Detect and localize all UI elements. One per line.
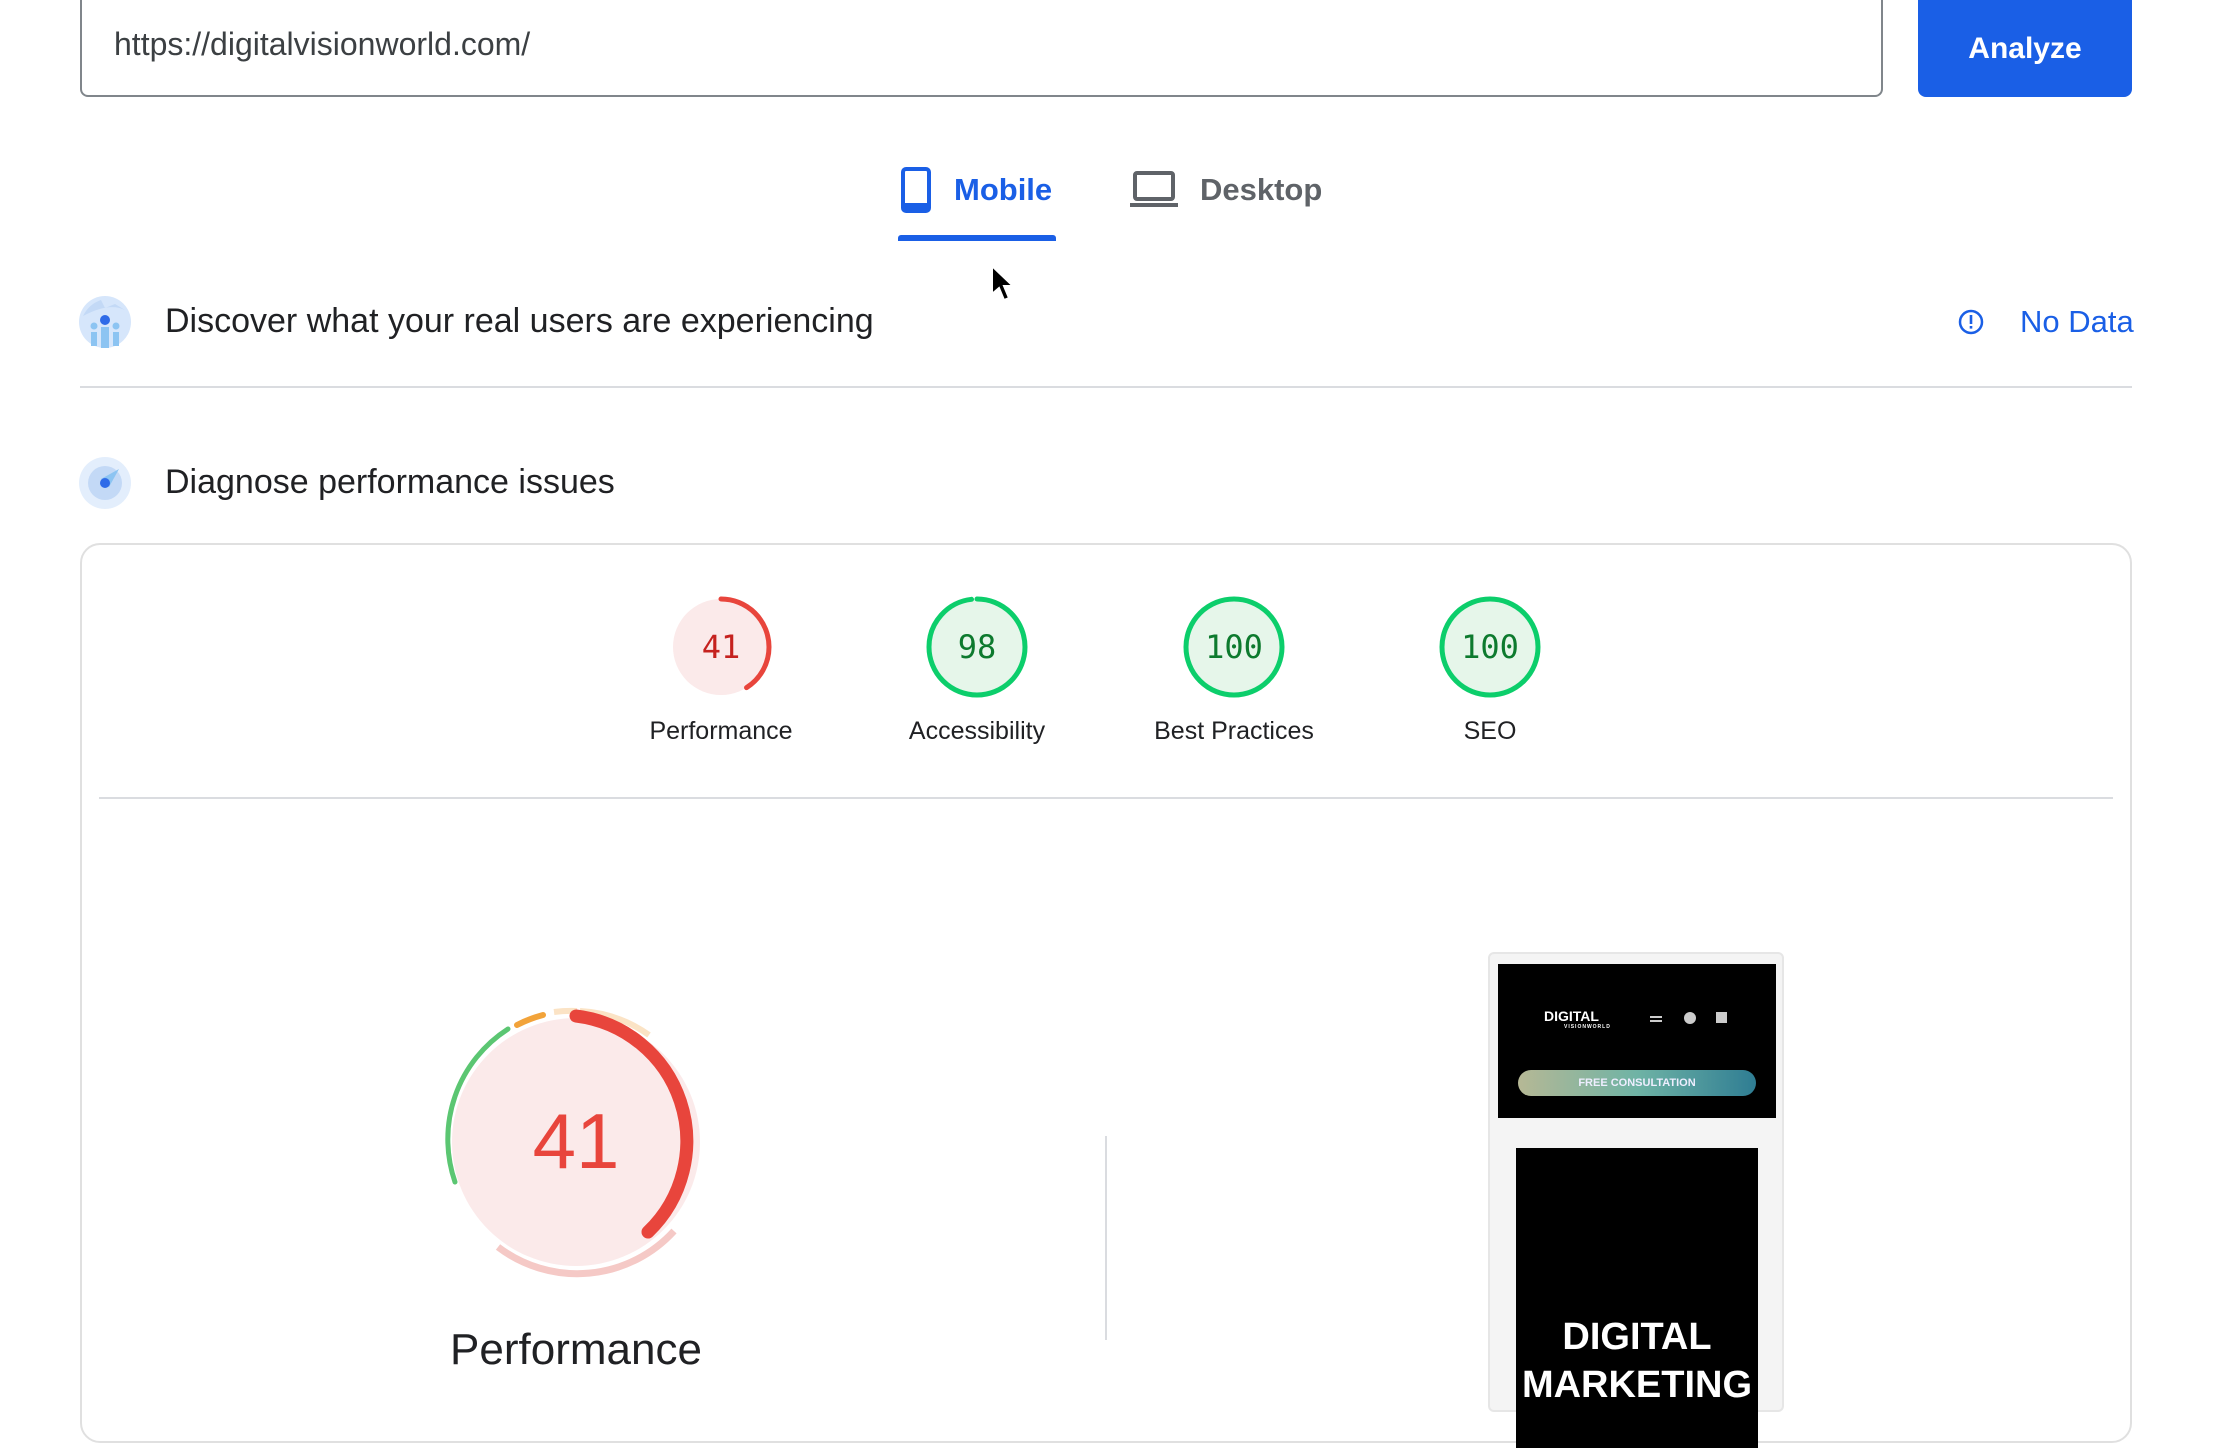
facebook-icon (1684, 1012, 1696, 1024)
analyze-button[interactable]: Analyze (1918, 0, 2132, 97)
score-label: Performance (649, 717, 793, 745)
score-gauge: 98 (926, 596, 1028, 698)
screenshot-header: DIGITAL VISIONWORLD FREE CONSULTATION (1498, 964, 1776, 1118)
tab-mobile[interactable]: Mobile (900, 160, 1052, 220)
diagnose-gauge-icon (79, 457, 131, 509)
gauge-segment-si (514, 1012, 546, 1028)
screenshot-hero: DIGITAL MARKETING (1516, 1148, 1758, 1448)
screenshot-logo: DIGITAL VISIONWORLD (1544, 1008, 1611, 1030)
info-icon[interactable] (1958, 309, 1984, 335)
users-globe-icon (79, 296, 131, 348)
score-performance[interactable]: 41 Performance (621, 595, 821, 746)
gauge-value: 98 (958, 628, 997, 666)
active-tab-indicator (898, 235, 1056, 241)
linkedin-icon (1716, 1012, 1727, 1023)
score-seo[interactable]: 100 SEO (1390, 595, 1590, 746)
score-label: Accessibility (908, 717, 1046, 745)
section-divider (80, 386, 2132, 388)
logo-text: DIGITAL (1544, 1008, 1599, 1024)
tab-desktop[interactable]: Desktop (1130, 160, 1322, 220)
score-gauge: 41 (670, 596, 772, 698)
logo-subtext: VISIONWORLD (1564, 1024, 1611, 1030)
smartphone-icon (901, 167, 931, 213)
menu-icon (1650, 1016, 1662, 1022)
gauge-score-value: 41 (533, 1097, 620, 1185)
score-best-practices[interactable]: 100 Best Practices (1134, 595, 1334, 746)
score-label: Best Practices (1154, 717, 1314, 745)
field-data-title: Discover what your real users are experi… (165, 302, 874, 340)
mouse-cursor-icon (991, 264, 1016, 302)
gauge-value: 41 (702, 628, 741, 666)
score-accessibility[interactable]: 98 Accessibility (877, 595, 1077, 746)
vertical-divider (1105, 1136, 1107, 1340)
performance-main-gauge: 41 (445, 1007, 700, 1278)
no-data-link[interactable]: No Data (2020, 304, 2134, 340)
page-screenshot: DIGITAL VISIONWORLD FREE CONSULTATION DIG… (1488, 952, 1784, 1448)
score-gauge: 100 (1439, 596, 1541, 698)
tab-desktop-label: Desktop (1200, 172, 1323, 207)
score-label: SEO (1463, 717, 1517, 745)
score-gauge: 100 (1183, 596, 1285, 698)
lab-data-title: Diagnose performance issues (165, 463, 615, 501)
scores-divider (99, 797, 2113, 799)
url-input[interactable]: https://digitalvisionworld.com/ (80, 0, 1883, 97)
tab-mobile-label: Mobile (954, 172, 1053, 207)
gauge-value: 100 (1205, 628, 1263, 666)
gauge-value: 100 (1461, 628, 1519, 666)
laptop-icon (1130, 171, 1178, 207)
free-consultation-button: FREE CONSULTATION (1518, 1070, 1756, 1096)
performance-label: Performance (450, 1325, 702, 1374)
